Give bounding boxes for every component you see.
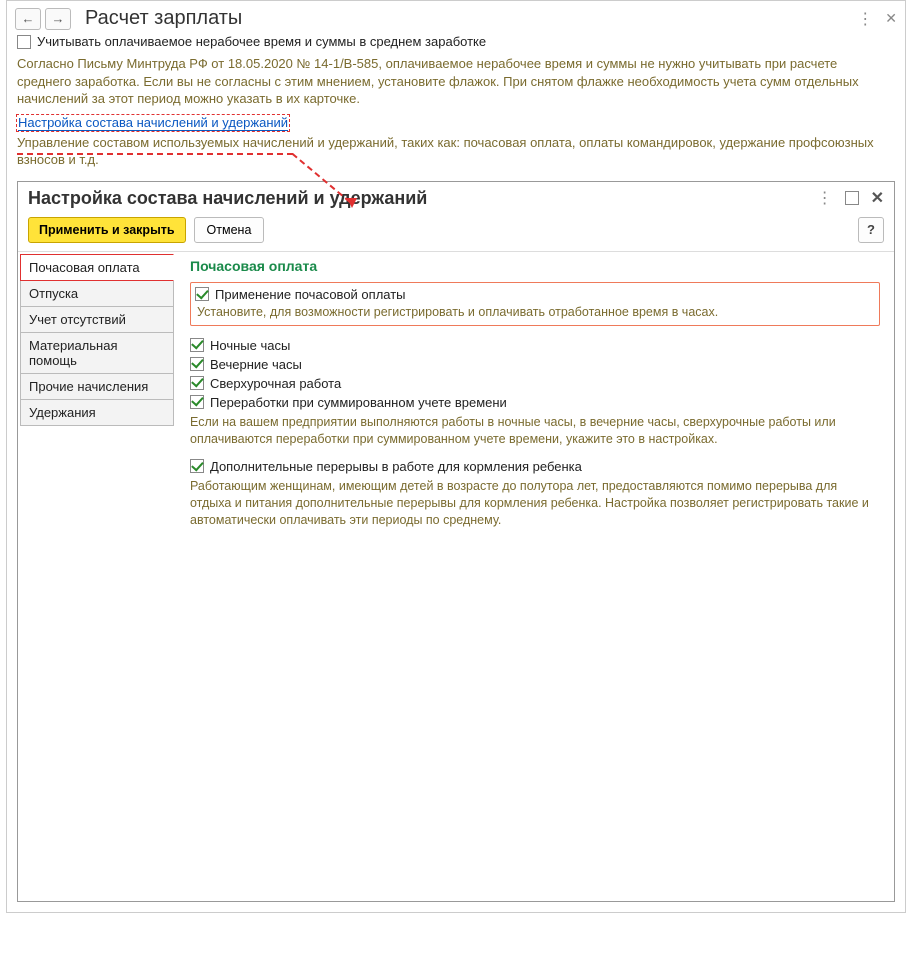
tab-deductions[interactable]: Удержания [20,399,174,426]
close-icon[interactable]: ✕ [885,10,897,27]
nav-back-button[interactable]: ← [15,8,41,30]
outer-header: ← → Расчет зарплаты ⋮ ✕ [7,1,905,32]
help-button[interactable]: ? [858,217,884,243]
settings-dialog: Настройка состава начислений и удержаний… [17,181,895,902]
feeding-breaks-note: Работающим женщинам, имеющим детей в воз… [190,478,880,529]
annotation-arrow [17,153,293,155]
outer-window: ← → Расчет зарплаты ⋮ ✕ Учитывать оплачи… [6,0,906,913]
nav-forward-button[interactable]: → [45,8,71,30]
opt-feeding-breaks: Дополнительные перерывы в работе для кор… [190,459,880,474]
dialog-titlebar: Настройка состава начислений и удержаний… [18,182,894,213]
dialog-toolbar: Применить и закрыть Отмена ? [18,213,894,251]
more-icon[interactable]: ⋮ [857,9,873,29]
dialog-maximize-icon[interactable] [845,191,859,205]
overtime-checkbox[interactable] [190,376,204,390]
dialog-title: Настройка состава начислений и удержаний [28,188,817,209]
night-hours-checkbox[interactable] [190,338,204,352]
feeding-breaks-label: Дополнительные перерывы в работе для кор… [210,459,582,474]
tab-vacations[interactable]: Отпуска [20,280,174,307]
account-nonwork-label: Учитывать оплачиваемое нерабочее время и… [37,34,486,49]
dialog-more-icon[interactable]: ⋮ [817,188,833,208]
account-nonwork-checkbox-row: Учитывать оплачиваемое нерабочее время и… [7,32,905,55]
opt-overtime: Сверхурочная работа [190,376,880,391]
tab-other-accruals[interactable]: Прочие начисления [20,373,174,400]
settings-link-label: Настройка состава начислений и удержаний [18,115,288,131]
overtime-label: Сверхурочная работа [210,376,341,391]
opt-summed-overtime: Переработки при суммированном учете врем… [190,395,880,410]
arrow-left-icon: ← [22,11,35,26]
opt-evening-hours: Вечерние часы [190,357,880,372]
tab-financial-aid[interactable]: Материальная помощь [20,332,174,374]
tab-hourly-pay[interactable]: Почасовая оплата [20,254,174,281]
tab-absences[interactable]: Учет отсутствий [20,306,174,333]
tab-content: Почасовая оплата Применение почасовой оп… [174,252,894,901]
arrow-right-icon: → [52,11,65,26]
info-text: Согласно Письму Минтруда РФ от 18.05.202… [7,55,905,112]
section-title: Почасовая оплата [190,258,880,274]
dialog-body: Почасовая оплата Отпуска Учет отсутствий… [18,251,894,901]
evening-hours-label: Вечерние часы [210,357,302,372]
account-nonwork-checkbox[interactable] [17,35,31,49]
apply-and-close-button[interactable]: Применить и закрыть [28,217,186,243]
dialog-close-icon[interactable]: ✕ [871,188,884,208]
tabs-column: Почасовая оплата Отпуска Учет отсутствий… [18,252,174,901]
cancel-button[interactable]: Отмена [194,217,265,243]
opts-note: Если на вашем предприятии выполняются ра… [190,414,880,448]
opt-night-hours: Ночные часы [190,338,880,353]
night-hours-label: Ночные часы [210,338,290,353]
use-hourly-desc: Установите, для возможности регистрирова… [197,305,873,319]
use-hourly-label: Применение почасовой оплаты [215,287,406,302]
use-hourly-checkbox[interactable] [195,287,209,301]
settings-link[interactable]: Настройка состава начислений и удержаний [16,114,290,132]
feeding-breaks-checkbox[interactable] [190,459,204,473]
page-title: Расчет зарплаты [85,7,857,30]
evening-hours-checkbox[interactable] [190,357,204,371]
summed-overtime-label: Переработки при суммированном учете врем… [210,395,507,410]
summed-overtime-checkbox[interactable] [190,395,204,409]
annotation-arrow-head [347,198,357,208]
highlight-use-hourly: Применение почасовой оплаты Установите, … [190,282,880,326]
